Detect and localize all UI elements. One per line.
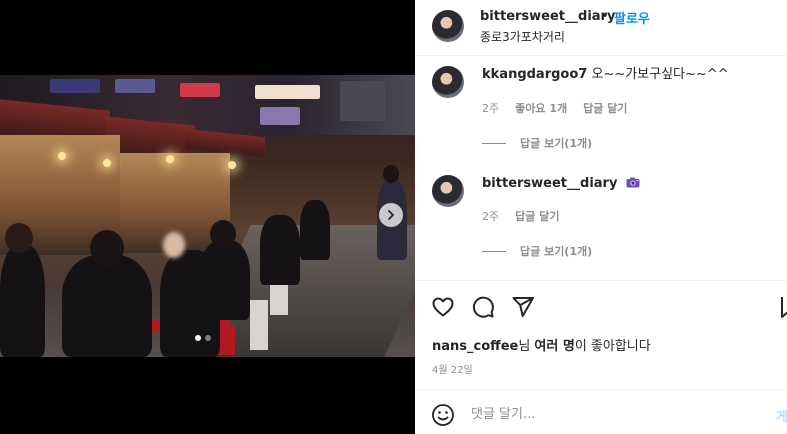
post-comment-button[interactable]: 게시	[776, 406, 787, 425]
header-separator: •	[601, 9, 609, 24]
carousel-dot	[205, 335, 211, 341]
post-header: bittersweet__diary • 팔로우 종로3가포차거리 ⋮	[415, 0, 787, 56]
comment-input[interactable]	[471, 402, 761, 426]
carousel-indicator	[195, 335, 211, 341]
follow-button[interactable]: 팔로우	[614, 8, 650, 27]
comment-meta: 2주 좋아요 1개 답글 달기	[482, 100, 627, 116]
comment-text: 오~~가보구싶다~~^^	[591, 67, 729, 82]
reply-button[interactable]: 답글 달기	[583, 100, 627, 116]
comment-time[interactable]: 2주	[482, 100, 499, 116]
likers-others-link[interactable]: 여러 명	[534, 339, 574, 354]
carousel-dot	[195, 335, 201, 341]
likes-summary: nans_coffee님 여러 명이 좋아합니다	[432, 339, 651, 354]
view-replies-button[interactable]: 답글 보기(1개)	[482, 135, 592, 151]
comment-meta: 2주 답글 달기	[482, 208, 559, 224]
commenter-avatar[interactable]	[432, 66, 464, 98]
post-location[interactable]: 종로3가포차거리	[480, 28, 565, 45]
comment-icon[interactable]	[471, 295, 495, 319]
view-replies-button[interactable]: 답글 보기(1개)	[482, 243, 592, 259]
post-date[interactable]: 4월 22일	[432, 361, 473, 376]
bookmark-icon[interactable]	[781, 295, 787, 319]
view-replies-label: 답글 보기(1개)	[520, 137, 593, 150]
comment-username[interactable]: kkangdargoo7	[482, 67, 587, 82]
carousel-next-button[interactable]	[379, 203, 403, 227]
camera-icon	[626, 177, 640, 188]
reply-button[interactable]: 답글 달기	[515, 208, 559, 224]
add-comment-bar: 게시	[415, 389, 787, 434]
comment-username[interactable]: bittersweet__diary	[482, 176, 617, 191]
heart-icon[interactable]	[431, 295, 455, 319]
post-details-panel: bittersweet__diary • 팔로우 종로3가포차거리 ⋮ kkan…	[415, 0, 787, 434]
commenter-avatar[interactable]	[432, 175, 464, 207]
post-media	[0, 0, 415, 434]
liker-username[interactable]: nans_coffee	[432, 339, 518, 354]
emoji-icon[interactable]	[431, 403, 455, 427]
author-username[interactable]: bittersweet__diary	[480, 9, 615, 24]
more-options-icon[interactable]: ⋮	[781, 14, 787, 33]
post-actions: nans_coffee님 여러 명이 좋아합니다 4월 22일	[415, 280, 787, 390]
comment-time[interactable]: 2주	[482, 208, 499, 224]
post-photo[interactable]	[0, 75, 415, 357]
share-icon[interactable]	[511, 295, 535, 319]
chevron-right-icon	[388, 210, 394, 220]
comment-likes[interactable]: 좋아요 1개	[515, 100, 567, 116]
view-replies-label: 답글 보기(1개)	[520, 245, 593, 258]
author-avatar[interactable]	[432, 10, 464, 42]
